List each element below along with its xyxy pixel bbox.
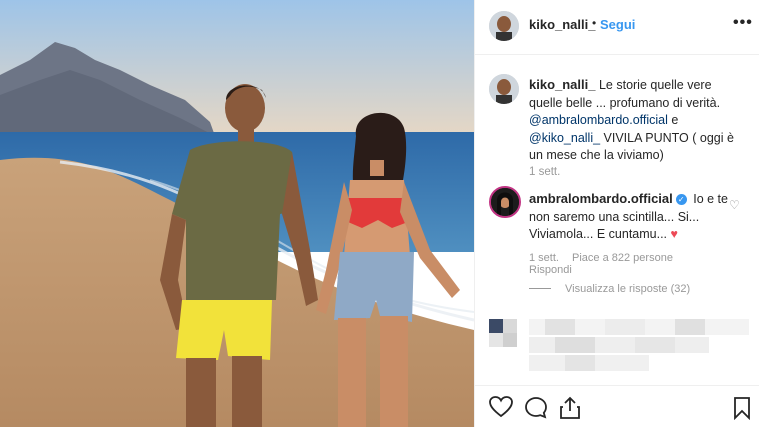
mention-link[interactable]: @ambralombardo.official [529, 113, 668, 127]
profile-picture [489, 11, 519, 41]
view-replies-label: Visualizza le risposte (32) [565, 283, 691, 295]
caption-conjunction: e [667, 113, 679, 127]
share-icon-glyph [560, 396, 580, 419]
profile-picture [491, 188, 519, 216]
post-actions [475, 385, 759, 427]
comment-meta: 1 sett. Piace a 822 persone [529, 251, 683, 265]
bookmark-icon-glyph [734, 397, 750, 421]
more-horizontal-icon[interactable]: ••• [733, 14, 753, 32]
post-header: kiko_nalli_ • Segui ••• [475, 0, 759, 55]
comment-like-heart-icon[interactable]: ♡ [729, 198, 740, 212]
post-side-panel: kiko_nalli_ • Segui ••• kiko_nalli_ Le s… [474, 0, 759, 427]
share-icon[interactable] [559, 396, 581, 425]
pixelated-comment [475, 311, 759, 381]
caption-timestamp: 1 sett. [529, 166, 561, 178]
comment-likes[interactable]: Piace a 822 persone [572, 252, 673, 264]
follow-button[interactable]: Segui [600, 17, 635, 32]
post-photo[interactable] [0, 0, 474, 427]
header-dot: • [592, 16, 597, 30]
post-caption: kiko_nalli_ Le storie quelle vere quelle… [529, 76, 747, 165]
red-heart-emoji: ♥ [670, 227, 678, 241]
reply-button[interactable]: Rispondi [529, 264, 572, 276]
comment-icon-glyph [525, 397, 547, 419]
bookmark-icon[interactable] [733, 396, 751, 425]
comment-icon[interactable] [524, 396, 548, 425]
beach-photo-illustration [0, 0, 474, 427]
verified-badge-icon: ✓ [675, 194, 687, 205]
caption-avatar[interactable] [489, 74, 519, 104]
comment: ambralombardo.official ✓ Io e te non sare… [529, 190, 729, 244]
heart-icon[interactable] [489, 396, 513, 423]
comment-avatar[interactable] [489, 186, 521, 218]
heart-icon-glyph [489, 396, 513, 418]
caption-username[interactable]: kiko_nalli_ [529, 77, 595, 92]
comment-timestamp: 1 sett. [529, 252, 559, 264]
divider [529, 288, 551, 289]
mention-link[interactable]: @kiko_nalli_ [529, 131, 600, 145]
pixelation-mosaic [489, 319, 749, 371]
view-replies-button[interactable]: Visualizza le risposte (32) [529, 283, 690, 295]
avatar[interactable] [489, 11, 519, 41]
comment-username[interactable]: ambralombardo.official [529, 191, 673, 206]
profile-picture [489, 74, 519, 104]
header-username[interactable]: kiko_nalli_ [529, 17, 595, 32]
